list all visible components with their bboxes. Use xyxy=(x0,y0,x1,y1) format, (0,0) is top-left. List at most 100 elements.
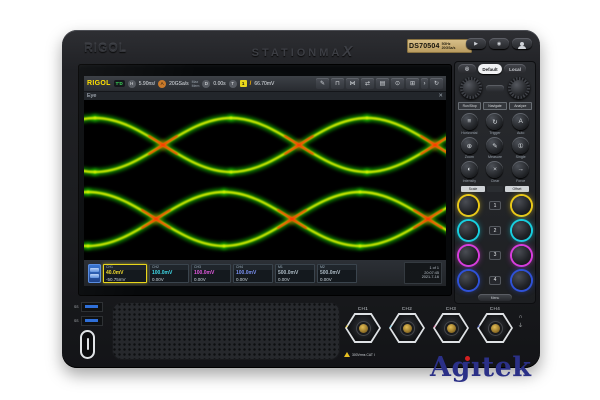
stationmax-text: STATIONMA xyxy=(252,47,343,59)
gear-icon[interactable]: ⊙ xyxy=(391,78,404,89)
ch1-offset-knob[interactable] xyxy=(512,196,531,215)
ch2-offset-knob[interactable] xyxy=(512,221,531,240)
bnc-connector-icon[interactable] xyxy=(433,313,469,343)
snapshot-button[interactable]: ◎ xyxy=(458,64,476,74)
model-samplerate: 20GSa/s xyxy=(442,46,456,50)
voltage-warning: 300Vrms CAT I xyxy=(344,352,375,357)
ch3-offset-knob[interactable] xyxy=(512,246,531,265)
model-badge: DS70504 5GHz 20GSa/s xyxy=(407,39,472,53)
math-status-m2[interactable]: M2 500.0mV 0.00V xyxy=(317,264,357,283)
stationmax-x: X xyxy=(342,43,352,60)
ch4-select-button[interactable]: 4 xyxy=(489,276,501,285)
horizontal-offset-value[interactable]: 0.00s xyxy=(213,81,225,87)
channel-row-4: 4 xyxy=(458,269,532,291)
ch3-select-button[interactable]: 3 xyxy=(489,251,501,260)
front-panel-controls: ◎ Default Local Run/Stop Navigate Analyz… xyxy=(454,61,536,304)
ch4-scale-knob[interactable] xyxy=(459,271,478,290)
speaker-grille xyxy=(112,302,340,360)
trigger-slope-icon: / xyxy=(250,81,252,87)
agitek-watermark: Agıtek xyxy=(430,352,531,383)
run-stop-button[interactable]: Run/Stop xyxy=(458,102,481,110)
default-button[interactable]: Default xyxy=(478,64,502,74)
usb-port-1[interactable] xyxy=(81,302,103,312)
user-button[interactable] xyxy=(512,38,532,49)
screen-bezel: RIGOL T'D H 5.90ns/ A 20GSa/s Max Mem D … xyxy=(78,64,452,296)
probe-icon[interactable]: ⊓ xyxy=(331,78,344,89)
eye-window-title: Eye xyxy=(87,93,96,99)
play-icon: ▶ xyxy=(474,41,478,47)
usb-label-1: SS xyxy=(74,305,79,309)
knob-select-button[interactable] xyxy=(486,85,504,92)
menu-pill-button[interactable]: Menu xyxy=(478,294,512,301)
refresh-icon[interactable]: ↻ xyxy=(430,78,443,89)
run-pause-button[interactable]: ▶ xyxy=(466,38,486,49)
horizontal-menu-icon[interactable]: H xyxy=(128,80,136,88)
auto-button[interactable]: AAuto xyxy=(512,113,529,135)
channel-status-ch4[interactable]: CH4 100.0mV 0.00V xyxy=(233,264,273,283)
touch-lock-button[interactable]: ◉ xyxy=(489,38,509,49)
close-icon[interactable]: ✕ xyxy=(438,93,443,99)
ch1-scale-knob[interactable] xyxy=(459,196,478,215)
rigol-screen-logo: RIGOL xyxy=(87,80,111,87)
xy-icon[interactable]: ⋈ xyxy=(346,78,359,89)
timebase-value[interactable]: 5.90ns/ xyxy=(139,81,155,87)
trigger-button[interactable]: ↻Trigger xyxy=(486,113,503,135)
oscilloscope-device: RIGOL STATIONMAX DS70504 5GHz 20GSa/s ▶ … xyxy=(62,30,540,368)
analyze-button[interactable]: Analyze xyxy=(509,102,532,110)
trigger-status-badge: T'D xyxy=(114,80,125,87)
intensity-button[interactable]: ◐Intensity xyxy=(461,161,478,183)
cursor-pencil-icon[interactable]: ✎ xyxy=(316,78,329,89)
measure-button[interactable]: ✎Measure xyxy=(486,137,503,159)
bnc-connector-icon[interactable] xyxy=(345,313,381,343)
memory-depth: Max Mem xyxy=(192,80,200,88)
single-button[interactable]: ①Single xyxy=(512,137,529,159)
bnc-ch3[interactable]: CH3 xyxy=(431,306,471,343)
channel-status-ch3[interactable]: CH3 100.0mV 0.00V xyxy=(191,264,231,283)
clear-button[interactable]: ×Clear xyxy=(486,161,503,183)
offset-header-button[interactable]: Offset xyxy=(505,186,529,192)
force-button[interactable]: →Force xyxy=(512,161,529,183)
toolbar-icon-group: ✎ ⊓ ⋈ ⇄ ▤ ⊙ ⊞ › ↻ xyxy=(316,78,443,89)
bnc-ch2[interactable]: CH2 xyxy=(387,306,427,343)
arrows-icon[interactable]: ⇄ xyxy=(361,78,374,89)
eye-window-titlebar: Eye ✕ xyxy=(84,91,446,100)
bnc-connector-icon[interactable] xyxy=(389,313,425,343)
acquire-menu-icon[interactable]: A xyxy=(158,80,166,88)
trigger-level-value[interactable]: 66.70mV xyxy=(254,81,274,87)
channel-status-ch2[interactable]: CH2 100.0mV 0.00V xyxy=(149,264,189,283)
ch4-offset-knob[interactable] xyxy=(512,271,531,290)
math-status-m1[interactable]: M1 500.0mV 0.00V xyxy=(275,264,315,283)
grid-icon[interactable]: ⊞ xyxy=(406,78,419,89)
ch2-color-tab xyxy=(385,321,392,331)
bnc-ch4[interactable]: CH4 xyxy=(475,306,515,343)
screen-toolbar: RIGOL T'D H 5.90ns/ A 20GSa/s Max Mem D … xyxy=(84,76,446,91)
horizontal-button[interactable]: ≡Horizontal xyxy=(461,113,478,135)
ch2-scale-knob[interactable] xyxy=(459,221,478,240)
eye-diagram-svg xyxy=(84,100,446,260)
trigger-menu-icon[interactable]: T xyxy=(229,80,237,88)
ch2-select-button[interactable]: 2 xyxy=(489,226,501,235)
rigol-bezel-logo: RIGOL xyxy=(84,41,127,55)
usb-port-2[interactable] xyxy=(81,316,103,326)
trigger-source-badge[interactable]: 1 xyxy=(240,80,247,87)
multipurpose-knob-a[interactable] xyxy=(460,77,482,99)
ch3-scale-knob[interactable] xyxy=(459,246,478,265)
bnc-ch1[interactable]: CH1 xyxy=(343,306,383,343)
power-button[interactable] xyxy=(80,330,95,359)
local-button[interactable]: Local xyxy=(504,64,526,74)
ch1-select-button[interactable]: 1 xyxy=(489,201,501,210)
multipurpose-knob-b[interactable] xyxy=(508,77,530,99)
channel-header-divider xyxy=(487,186,503,192)
agitek-i-dot xyxy=(465,356,470,361)
delay-menu-icon[interactable]: D xyxy=(202,80,210,88)
scale-header-button[interactable]: Scale xyxy=(461,186,485,192)
aux-icons: ∩ ⏚ xyxy=(518,314,523,329)
list-icon[interactable]: ▤ xyxy=(376,78,389,89)
eye-diagram-plot[interactable] xyxy=(84,100,446,260)
bnc-connector-icon[interactable] xyxy=(477,313,513,343)
navigate-button[interactable]: Navigate xyxy=(483,102,506,110)
chevron-icon[interactable]: › xyxy=(421,78,428,89)
zoom-button[interactable]: ⊕Zoom xyxy=(461,137,478,159)
acquire-icon[interactable] xyxy=(88,264,101,283)
channel-status-ch1[interactable]: CH1 40.0mV -50.75mV xyxy=(103,264,147,283)
